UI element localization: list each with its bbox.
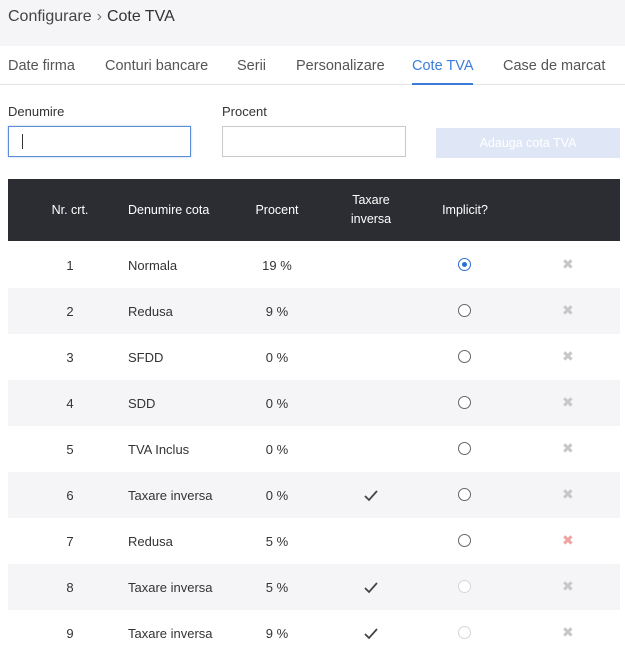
implicit-radio[interactable] (458, 258, 471, 271)
check-icon (364, 628, 378, 640)
header-nr: Nr. crt. (51, 203, 89, 217)
breadcrumb: Configurare › Cote TVA (8, 8, 175, 26)
table-header: Nr. crt. Denumire cota Procent Taxare in… (8, 179, 620, 241)
header-procent: Procent (255, 203, 299, 217)
breadcrumb-parent[interactable]: Configurare (8, 8, 92, 25)
implicit-radio[interactable] (458, 304, 471, 317)
row-denumire: SDD (128, 396, 156, 411)
row-procent: 9 % (265, 304, 289, 319)
row-number: 7 (66, 534, 74, 549)
check-icon (364, 582, 378, 594)
implicit-radio (458, 626, 471, 639)
tab-date-firma[interactable]: Date firma (8, 58, 75, 74)
active-tab-indicator (412, 83, 473, 85)
row-procent: 0 % (265, 442, 289, 457)
table-row: 2 Redusa 9 % ✖ (8, 288, 620, 334)
tab-cote-tva[interactable]: Cote TVA (412, 58, 474, 74)
close-icon[interactable]: ✖ (562, 486, 574, 502)
row-number: 2 (66, 304, 74, 319)
tab-conturi-bancare[interactable]: Conturi bancare (105, 58, 208, 74)
row-number: 3 (66, 350, 74, 365)
implicit-radio[interactable] (458, 396, 471, 409)
row-denumire: TVA Inclus (128, 442, 190, 457)
header-taxare-line1: Taxare (352, 193, 390, 207)
row-number: 9 (66, 626, 74, 641)
tab-serii[interactable]: Serii (237, 58, 266, 74)
row-number: 1 (66, 258, 74, 273)
top-bar: Configurare › Cote TVA (0, 0, 625, 46)
table-row: 3 SFDD 0 % ✖ (8, 334, 620, 380)
denumire-input[interactable] (8, 126, 191, 157)
row-procent: 5 % (265, 534, 289, 549)
header-taxare-line2: inversa (350, 212, 392, 226)
implicit-radio[interactable] (458, 534, 471, 547)
implicit-radio[interactable] (458, 442, 471, 455)
row-number: 8 (66, 580, 74, 595)
table-row: 9 Taxare inversa 9 % ✖ (8, 610, 620, 656)
row-denumire: Taxare inversa (128, 580, 213, 595)
check-icon (364, 490, 378, 502)
table-row: 4 SDD 0 % ✖ (8, 380, 620, 426)
tab-case-de-marcat[interactable]: Case de marcat (503, 58, 605, 74)
settings-tabs: Date firma Conturi bancare Serii Persona… (0, 47, 625, 85)
header-implicit: Implicit? (442, 203, 488, 217)
close-icon[interactable]: ✖ (562, 532, 574, 548)
close-icon[interactable]: ✖ (562, 302, 574, 318)
close-icon[interactable]: ✖ (562, 256, 574, 272)
row-procent: 0 % (265, 396, 289, 411)
tab-personalizare[interactable]: Personalizare (296, 58, 385, 74)
row-procent: 5 % (265, 580, 289, 595)
row-denumire: Redusa (128, 534, 173, 549)
chevron-right-icon: › (96, 8, 102, 25)
row-denumire: Taxare inversa (128, 488, 213, 503)
table-row: 7 Redusa 5 % ✖ (8, 518, 620, 564)
row-denumire: Normala (128, 258, 178, 273)
text-caret (22, 134, 23, 149)
implicit-radio[interactable] (458, 350, 471, 363)
row-procent: 0 % (265, 350, 289, 365)
close-icon[interactable]: ✖ (562, 624, 574, 640)
implicit-radio[interactable] (458, 488, 471, 501)
row-number: 4 (66, 396, 74, 411)
close-icon[interactable]: ✖ (562, 440, 574, 456)
row-number: 5 (66, 442, 74, 457)
table-row: 5 TVA Inclus 0 % ✖ (8, 426, 620, 472)
row-denumire: Taxare inversa (128, 626, 213, 641)
denumire-label: Denumire (8, 104, 65, 119)
row-denumire: SFDD (128, 350, 164, 365)
row-denumire: Redusa (128, 304, 173, 319)
procent-label: Procent (222, 104, 267, 119)
row-procent: 0 % (265, 488, 289, 503)
close-icon[interactable]: ✖ (562, 348, 574, 364)
row-procent: 19 % (262, 258, 292, 273)
header-denumire: Denumire cota (128, 203, 210, 217)
table-row: 1 Normala 19 % ✖ (8, 242, 620, 288)
page-title: Cote TVA (106, 8, 175, 25)
add-cota-tva-button[interactable]: Adauga cota TVA (436, 128, 620, 158)
implicit-radio (458, 580, 471, 593)
procent-input[interactable] (222, 126, 406, 157)
row-procent: 9 % (265, 626, 289, 641)
table-row: 6 Taxare inversa 0 % ✖ (8, 472, 620, 518)
row-number: 6 (66, 488, 74, 503)
table-row: 8 Taxare inversa 5 % ✖ (8, 564, 620, 610)
close-icon[interactable]: ✖ (562, 394, 574, 410)
close-icon[interactable]: ✖ (562, 578, 574, 594)
